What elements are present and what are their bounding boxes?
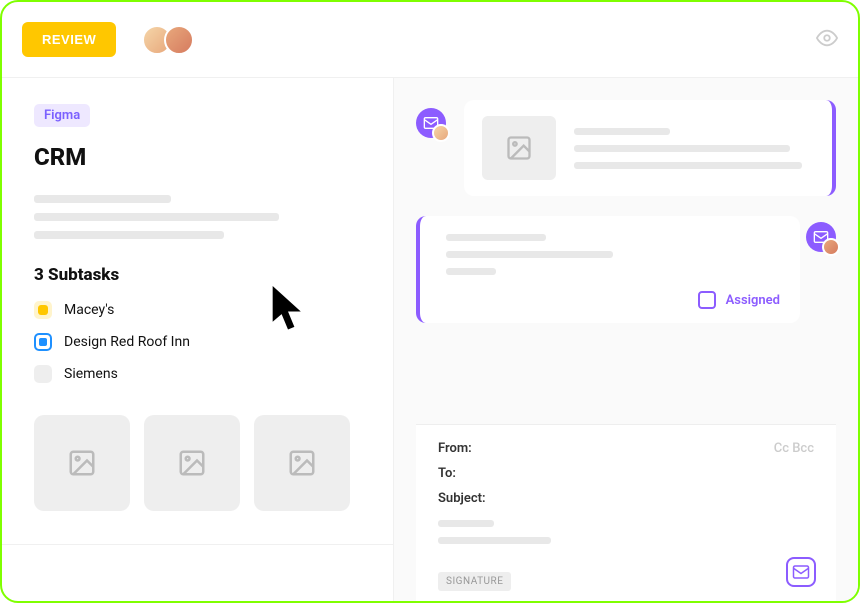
attachment-thumbs: [34, 415, 361, 511]
message-card[interactable]: [464, 100, 836, 196]
subtask-label: Siemens: [64, 366, 118, 382]
image-thumb[interactable]: [34, 415, 130, 511]
avatar: [822, 238, 840, 256]
avatar-stack[interactable]: [142, 25, 194, 55]
subtask-label: Macey's: [64, 302, 114, 318]
topbar: REVIEW: [2, 2, 858, 78]
message-card[interactable]: Assigned: [416, 216, 800, 323]
subtask-label: Design Red Roof Inn: [64, 334, 190, 350]
skeleton-line: [574, 162, 802, 169]
skeleton-line: [574, 128, 670, 135]
checkbox-icon[interactable]: [698, 291, 716, 309]
skeleton-line: [446, 234, 546, 241]
image-thumb[interactable]: [144, 415, 240, 511]
cc-bcc[interactable]: Cc Bcc: [774, 441, 814, 456]
subtask-item[interactable]: Siemens: [34, 365, 361, 383]
body: Figma CRM 3 Subtasks Macey's Design Red …: [2, 78, 858, 601]
skeleton-line: [34, 195, 171, 203]
review-button[interactable]: REVIEW: [22, 22, 116, 57]
signature-button[interactable]: SIGNATURE: [438, 572, 511, 591]
skeleton-line: [34, 213, 279, 221]
assigned-row[interactable]: Assigned: [446, 291, 780, 309]
subtask-item[interactable]: Macey's: [34, 301, 361, 319]
from-label: From:: [438, 441, 472, 456]
divider: [2, 544, 393, 545]
tag-badge[interactable]: Figma: [34, 104, 90, 127]
subtask-item[interactable]: Design Red Roof Inn: [34, 333, 361, 351]
skeleton-line: [446, 251, 613, 258]
avatar[interactable]: [164, 25, 194, 55]
mail-badge: [806, 222, 836, 252]
checkbox-icon[interactable]: [34, 301, 52, 319]
checkbox-icon[interactable]: [34, 333, 52, 351]
to-label: To:: [438, 466, 456, 481]
compose-panel: From: Cc Bcc To: Subject: SIGNATURE: [416, 424, 836, 601]
mail-icon[interactable]: [786, 557, 816, 587]
image-placeholder-icon: [482, 116, 556, 180]
subject-label: Subject:: [438, 491, 486, 506]
avatar: [432, 124, 450, 142]
visibility-icon[interactable]: [816, 27, 838, 53]
image-thumb[interactable]: [254, 415, 350, 511]
skeleton-line: [438, 520, 494, 527]
checkbox-icon[interactable]: [34, 365, 52, 383]
skeleton-line: [34, 231, 224, 239]
skeleton-line: [446, 268, 496, 275]
page-title: CRM: [34, 143, 361, 171]
subtasks-heading: 3 Subtasks: [34, 265, 361, 285]
right-panel: Assigned From: Cc Bcc To: Subject: SIGNA…: [394, 78, 858, 601]
mail-badge: [416, 108, 446, 138]
skeleton-line: [574, 145, 790, 152]
left-panel: Figma CRM 3 Subtasks Macey's Design Red …: [2, 78, 394, 601]
app-window: REVIEW Figma CRM 3 Subtasks Macey's Desi…: [0, 0, 860, 603]
skeleton-line: [438, 537, 551, 544]
assigned-label: Assigned: [726, 293, 780, 308]
